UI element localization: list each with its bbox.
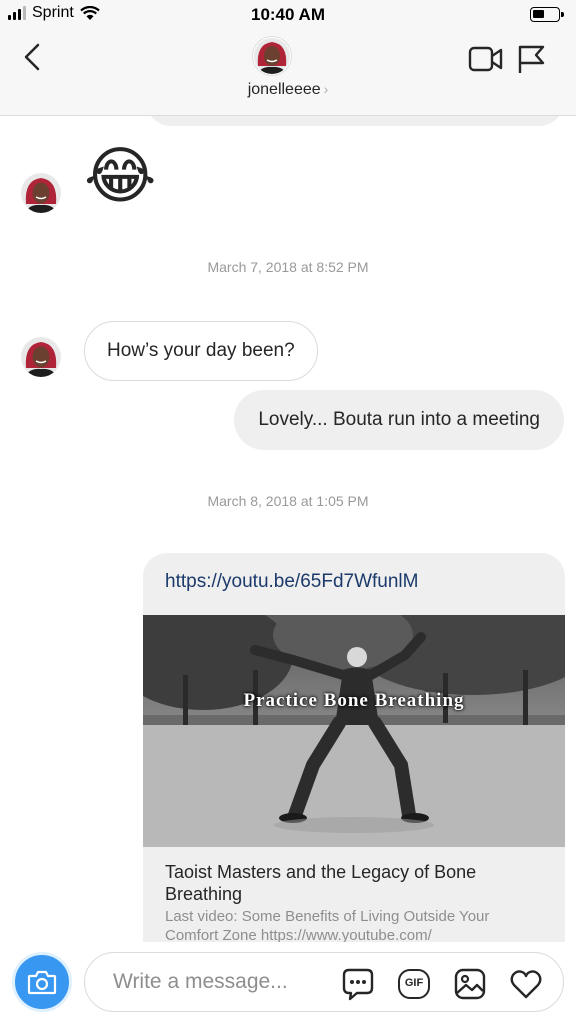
- incoming-message-bubble[interactable]: How’s your day been?: [84, 321, 318, 381]
- link-url[interactable]: https://youtu.be/65Fd7WfunlM: [165, 571, 418, 593]
- avatar[interactable]: [252, 36, 292, 76]
- message-composer: GIF: [0, 942, 576, 1024]
- clock: 10:40 AM: [250, 5, 325, 24]
- message-input[interactable]: [113, 965, 333, 999]
- camera-icon: [27, 970, 57, 995]
- gif-icon[interactable]: GIF: [397, 967, 431, 1001]
- thumbnail-image: [143, 615, 565, 847]
- previous-message-bubble: [146, 116, 564, 126]
- conversation-header: jonelleeee ›: [0, 30, 576, 116]
- gif-label: GIF: [398, 969, 430, 999]
- link-preview-card[interactable]: https://youtu.be/65Fd7WfunlM Practice Bo…: [143, 553, 565, 942]
- sender-avatar[interactable]: [20, 172, 62, 214]
- sender-avatar[interactable]: [20, 336, 62, 378]
- link-title: Taoist Masters and the Legacy of Bone Br…: [165, 862, 477, 904]
- camera-button[interactable]: [12, 952, 72, 1012]
- message-input-container[interactable]: GIF: [84, 952, 564, 1012]
- sticker-icon[interactable]: [341, 967, 375, 1001]
- timestamp: March 8, 2018 at 1:05 PM: [207, 493, 369, 509]
- heart-icon[interactable]: [509, 967, 543, 1001]
- flag-icon[interactable]: [516, 43, 546, 75]
- timestamp: March 7, 2018 at 8:52 PM: [207, 259, 369, 275]
- emoji-message[interactable]: 😂: [84, 142, 156, 212]
- battery-icon: [530, 7, 564, 22]
- username: jonelleeee: [247, 81, 321, 98]
- outgoing-message-bubble[interactable]: Lovely... Bouta run into a meeting: [234, 390, 564, 450]
- video-call-icon[interactable]: [468, 44, 504, 74]
- link-description: Last video: Some Benefits of Living Outs…: [165, 908, 490, 942]
- thumbnail-caption: Practice Bone Breathing: [243, 690, 465, 711]
- status-bar: Sprint 10:40 AM: [0, 0, 576, 30]
- back-arrow-icon[interactable]: [18, 42, 48, 72]
- video-thumbnail[interactable]: Practice Bone Breathing: [143, 615, 565, 847]
- chevron-right-icon: ›: [323, 81, 329, 97]
- username-title[interactable]: jonelleeee ›: [0, 81, 576, 99]
- gallery-icon[interactable]: [453, 967, 487, 1001]
- message-thread[interactable]: 😂 March 7, 2018 at 8:52 PM How’s your da…: [0, 116, 576, 942]
